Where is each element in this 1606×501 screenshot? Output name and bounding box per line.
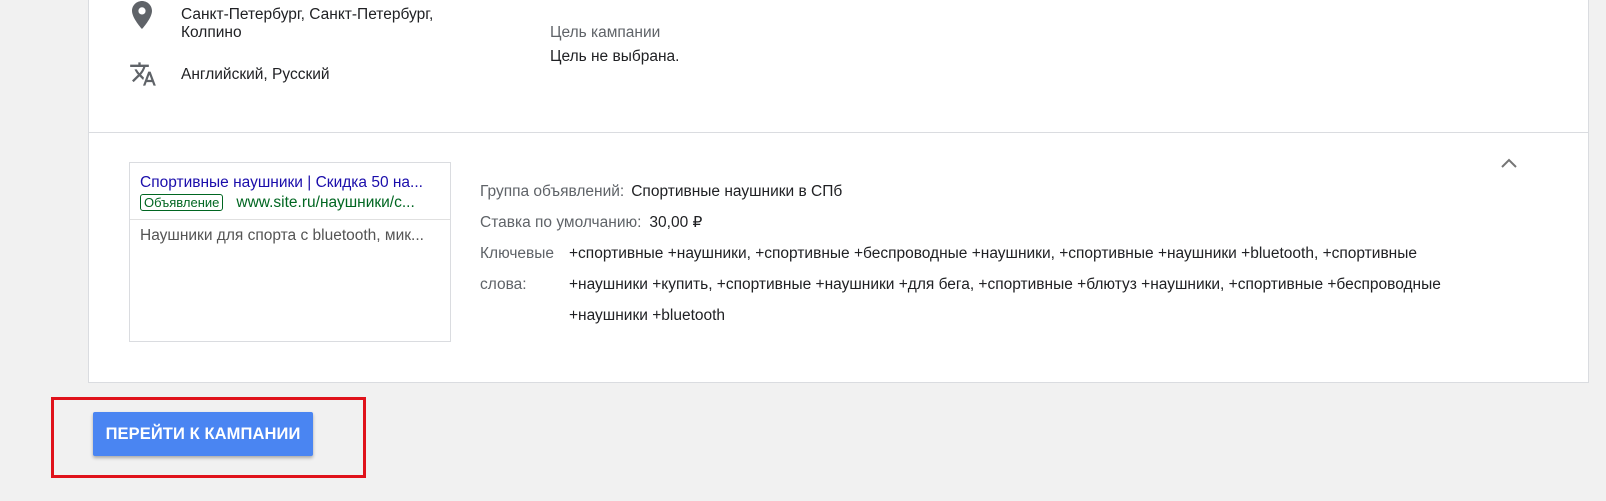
ad-group-value: Спортивные наушники в СПб — [631, 183, 843, 200]
ad-group-label: Группа объявлений: — [480, 183, 625, 200]
ad-display-url: www.site.ru/наушники/с... — [236, 194, 415, 211]
campaign-goal-label: Цель кампании — [550, 24, 661, 41]
default-bid-row: Ставка по умолчанию: 30,00 ₽ — [480, 207, 1480, 238]
page: Санкт-Петербург, Санкт-Петербург, Колпин… — [0, 0, 1606, 501]
ad-group-details: Группа объявлений: Спортивные наушники в … — [480, 176, 1480, 331]
keywords-row: Ключевые слова: +спортивные +наушники, +… — [480, 238, 1480, 331]
campaign-settings-section: Санкт-Петербург, Санкт-Петербург, Колпин… — [89, 0, 1588, 133]
campaign-goal-value: Цель не выбрана. — [550, 48, 680, 65]
location-pin-icon — [132, 1, 152, 29]
ad-url-row: Объявление www.site.ru/наушники/с... — [140, 193, 440, 212]
keywords-value: +спортивные +наушники, +спортивные +бесп… — [569, 245, 1441, 324]
ad-badge: Объявление — [140, 194, 224, 211]
chevron-up-icon[interactable] — [1499, 156, 1519, 170]
ad-headline: Спортивные наушники | Скидка 50 на... — [140, 174, 423, 191]
keywords-label: Ключевые слова: — [480, 245, 555, 293]
ad-description: Наушники для спорта с bluetooth, мик... — [140, 227, 424, 244]
campaign-summary-card: Санкт-Петербург, Санкт-Петербург, Колпин… — [88, 0, 1589, 383]
default-bid-value: 30,00 ₽ — [649, 214, 703, 231]
ad-group-row: Группа объявлений: Спортивные наушники в … — [480, 176, 1480, 207]
location-targeting-text: Санкт-Петербург, Санкт-Петербург, Колпин… — [181, 6, 434, 41]
languages-text: Английский, Русский — [181, 66, 330, 83]
ad-preview: Спортивные наушники | Скидка 50 на... Об… — [129, 162, 451, 342]
go-to-campaign-button[interactable]: ПЕРЕЙТИ К КАМПАНИИ — [93, 412, 313, 456]
translate-icon — [130, 62, 156, 86]
default-bid-label: Ставка по умолчанию: — [480, 214, 642, 231]
ad-preview-header: Спортивные наушники | Скидка 50 на... Об… — [130, 163, 450, 220]
